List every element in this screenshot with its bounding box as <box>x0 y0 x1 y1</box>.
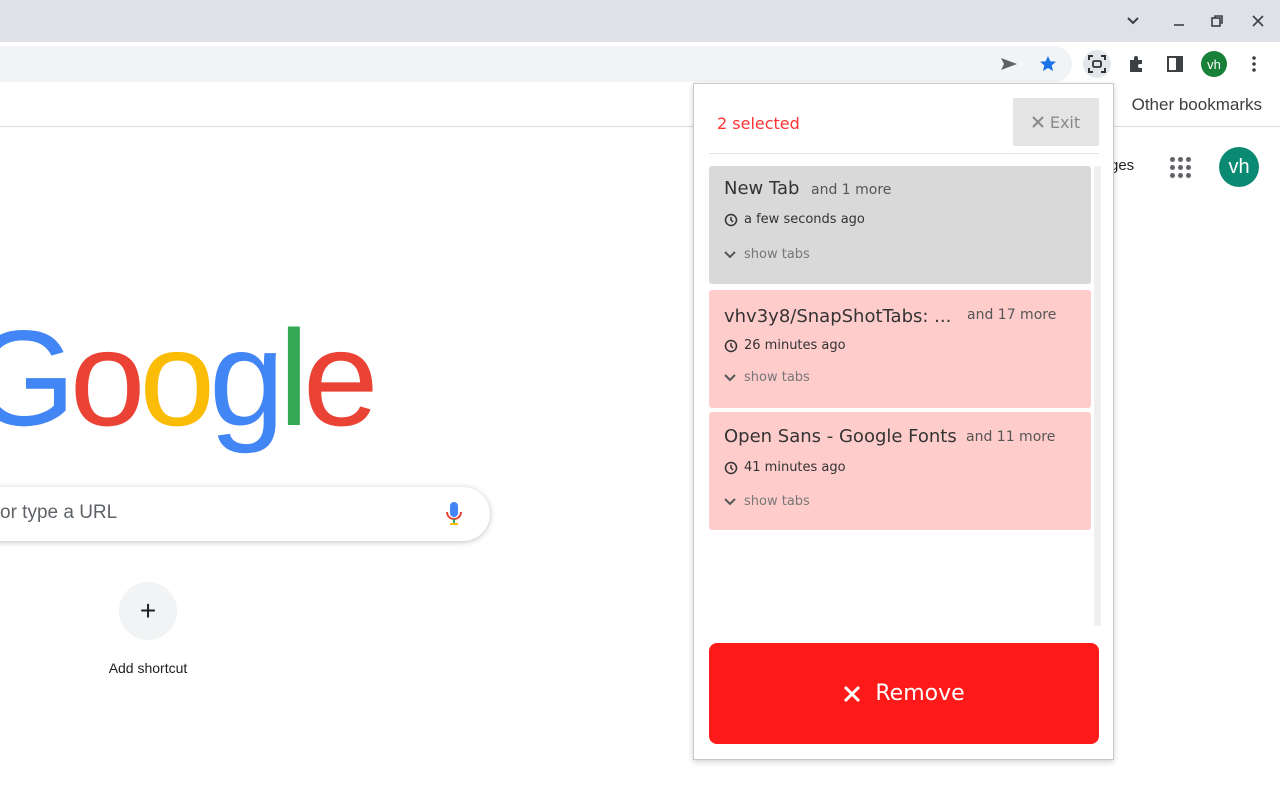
session-time-text: a few seconds ago <box>744 212 865 227</box>
exit-label: Exit <box>1049 112 1081 132</box>
session-title: vhv3y8/SnapShotTabs: ... <box>724 306 952 327</box>
history-icon <box>724 339 738 352</box>
restore-button[interactable] <box>1203 8 1231 34</box>
side-panel-button[interactable] <box>1161 50 1189 78</box>
popup-header: 2 selected Exit <box>709 98 1099 154</box>
chevron-down-icon <box>724 250 736 258</box>
show-tabs-toggle[interactable]: show tabs <box>724 494 810 509</box>
kebab-menu-icon <box>1252 56 1256 72</box>
session-more-count: and 17 more <box>967 307 1057 323</box>
close-icon <box>844 685 861 702</box>
logo-letter: o <box>139 302 215 454</box>
send-tab-button[interactable] <box>995 50 1023 78</box>
side-panel-icon <box>1167 56 1183 72</box>
session-title: Open Sans - Google Fonts <box>724 426 957 447</box>
session-time: 26 minutes ago <box>724 338 846 353</box>
bookmark-star-button[interactable] <box>1034 50 1062 78</box>
logo-letter: o <box>69 302 146 454</box>
show-tabs-label: show tabs <box>744 494 810 509</box>
google-logo: Google <box>0 300 379 454</box>
session-time: 41 minutes ago <box>724 460 846 475</box>
tab-search-button[interactable] <box>1119 8 1147 34</box>
puzzle-icon <box>1130 56 1142 72</box>
session-card[interactable]: vhv3y8/SnapShotTabs: ... and 17 more 26 … <box>709 290 1091 408</box>
close-icon <box>1032 116 1044 128</box>
restore-icon <box>1211 15 1223 27</box>
remove-button[interactable]: Remove <box>709 643 1099 744</box>
session-list-scrollbar[interactable] <box>1094 166 1101 626</box>
logo-letter: e <box>302 302 379 454</box>
snapshot-tabs-extension-button[interactable] <box>1083 50 1111 78</box>
minimize-button[interactable] <box>1165 8 1193 34</box>
session-time-text: 26 minutes ago <box>744 338 846 353</box>
session-time: a few seconds ago <box>724 212 865 227</box>
avatar: vh <box>1201 51 1227 77</box>
chevron-down-icon <box>1127 17 1139 25</box>
other-bookmarks-link[interactable]: Other bookmarks <box>1132 95 1262 115</box>
snapshot-tabs-popup: 2 selected Exit New Tab and 1 more a few… <box>693 83 1114 760</box>
screenshot-icon <box>1088 55 1106 73</box>
show-tabs-label: show tabs <box>744 247 810 262</box>
apps-grid-dot <box>1178 157 1183 162</box>
plus-icon: + <box>139 595 157 626</box>
chevron-down-icon <box>724 497 736 505</box>
close-window-button[interactable] <box>1244 8 1272 34</box>
google-apps-button[interactable] <box>1166 153 1194 181</box>
star-icon <box>1040 56 1056 71</box>
session-list: New Tab and 1 more a few seconds ago sho… <box>709 166 1091 626</box>
history-icon <box>724 461 738 474</box>
session-time-text: 41 minutes ago <box>744 460 846 475</box>
extensions-button[interactable] <box>1122 50 1150 78</box>
remove-label: Remove <box>875 681 965 706</box>
browser-title-bar <box>0 0 1280 42</box>
history-icon <box>724 213 738 226</box>
minimize-icon <box>1174 24 1184 26</box>
address-bar[interactable] <box>0 46 1072 82</box>
session-card[interactable]: Open Sans - Google Fonts and 11 more 41 … <box>709 412 1091 530</box>
chevron-down-icon <box>724 373 736 381</box>
apps-grid-dot <box>1178 165 1183 170</box>
add-shortcut-label: Add shortcut <box>108 660 188 676</box>
apps-grid-dot <box>1178 173 1183 178</box>
add-shortcut-button[interactable]: + <box>119 582 177 640</box>
apps-grid-dot <box>1186 173 1191 178</box>
session-more-count: and 1 more <box>811 182 892 198</box>
session-card[interactable]: New Tab and 1 more a few seconds ago sho… <box>709 166 1091 284</box>
profile-button[interactable]: vh <box>1200 50 1228 78</box>
selected-count: 2 selected <box>717 114 800 133</box>
logo-letter: l <box>278 302 309 454</box>
google-account-avatar[interactable]: vh <box>1219 147 1259 187</box>
show-tabs-toggle[interactable]: show tabs <box>724 370 810 385</box>
exit-button[interactable]: Exit <box>1013 98 1099 146</box>
logo-letter: g <box>209 302 285 454</box>
show-tabs-toggle[interactable]: show tabs <box>724 247 810 262</box>
search-box[interactable]: or type a URL <box>0 487 490 541</box>
session-title: New Tab <box>724 178 800 199</box>
close-icon <box>1252 15 1264 27</box>
browser-menu-button[interactable] <box>1240 50 1268 78</box>
apps-grid-dot <box>1186 165 1191 170</box>
apps-grid-dot <box>1186 157 1191 162</box>
search-placeholder: or type a URL <box>0 502 118 523</box>
logo-letter: G <box>0 302 76 454</box>
apps-grid-dot <box>1170 165 1175 170</box>
show-tabs-label: show tabs <box>744 370 810 385</box>
apps-grid-icon <box>1170 157 1175 162</box>
browser-toolbar: vh <box>0 42 1280 86</box>
microphone-icon[interactable] <box>444 501 464 527</box>
apps-grid-dot <box>1170 173 1175 178</box>
session-more-count: and 11 more <box>966 429 1056 445</box>
send-icon <box>1001 58 1017 70</box>
